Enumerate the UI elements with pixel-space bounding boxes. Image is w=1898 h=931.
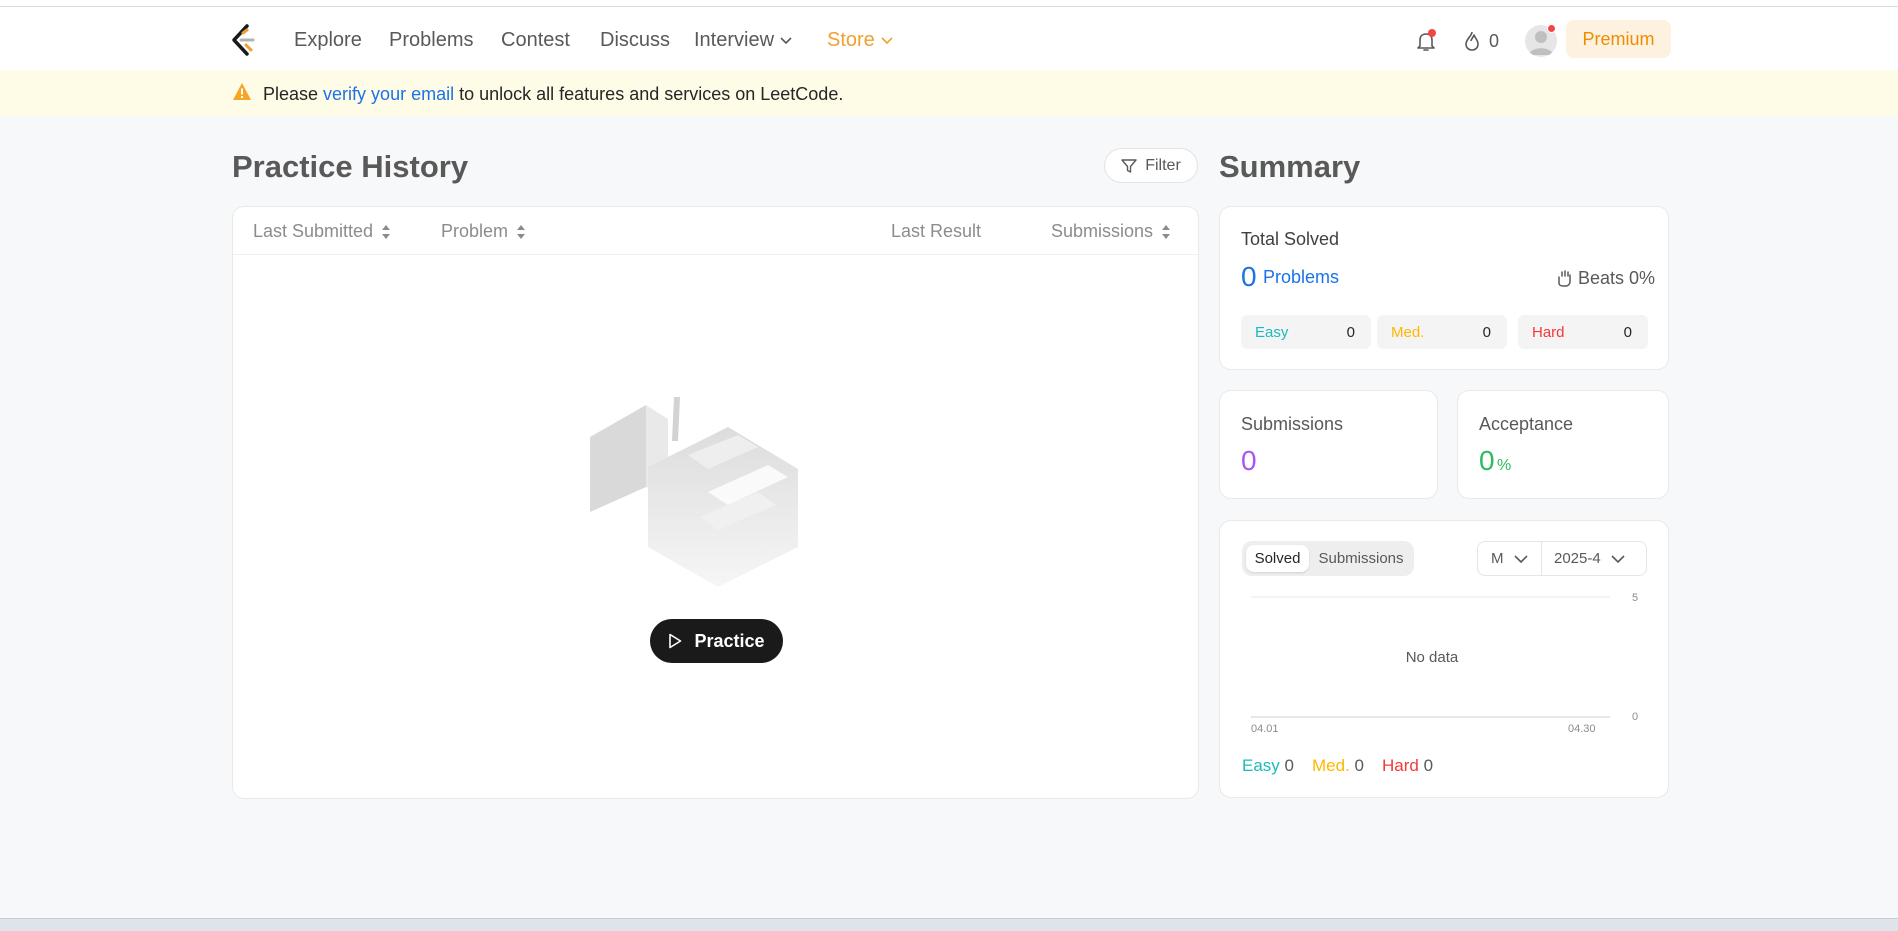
- warning-icon: [233, 83, 251, 100]
- period-select[interactable]: M: [1491, 550, 1528, 567]
- hard-pill: Hard 0: [1518, 315, 1648, 349]
- y-tick-top: 5: [1632, 592, 1638, 604]
- total-solved-count: 0: [1241, 261, 1257, 292]
- easy-label: Easy: [1255, 324, 1289, 341]
- browser-top-edge: [0, 0, 1898, 7]
- practice-button[interactable]: Practice: [650, 619, 783, 663]
- banner-suffix: to unlock all features and services on L…: [454, 84, 844, 104]
- practice-table-header: Last Submitted Problem Last Result Submi…: [233, 207, 1198, 255]
- total-solved-card: Total Solved 0 Problems Beats 0% Easy 0 …: [1219, 206, 1669, 370]
- period-select-value: M: [1491, 550, 1504, 567]
- top-navbar: Explore Problems Contest Discuss Intervi…: [0, 7, 1898, 70]
- empty-state-illustration: [590, 397, 798, 587]
- nav-store-label: Store: [827, 29, 875, 51]
- legend-hard-name: Hard: [1382, 756, 1419, 775]
- activity-chart: 5 0 No data 04.01 04.30: [1251, 592, 1638, 735]
- col-problem[interactable]: Problem: [441, 221, 526, 242]
- acceptance-unit: %: [1497, 457, 1512, 474]
- col-last-submitted[interactable]: Last Submitted: [253, 221, 391, 242]
- chevron-down-icon: [780, 37, 792, 44]
- col-last-result: Last Result: [891, 221, 981, 242]
- filter-label: Filter: [1145, 156, 1181, 174]
- nav-discuss[interactable]: Discuss: [600, 29, 670, 52]
- medium-count: 0: [1482, 324, 1491, 341]
- acceptance-label: Acceptance: [1479, 414, 1574, 434]
- legend-medium-name: Med.: [1312, 756, 1350, 775]
- medium-label: Med.: [1391, 324, 1425, 341]
- nav-explore[interactable]: Explore: [294, 29, 362, 52]
- acceptance-card: Acceptance 0 %: [1457, 390, 1669, 499]
- tab-submissions[interactable]: Submissions: [1312, 545, 1410, 572]
- col-submissions-label: Submissions: [1051, 221, 1154, 241]
- legend-easy-name: Easy: [1242, 756, 1280, 775]
- easy-pill: Easy 0: [1241, 315, 1371, 349]
- x-tick-start: 04.01: [1251, 723, 1279, 735]
- problems-link[interactable]: Problems: [1263, 267, 1339, 288]
- beats-percent: Beats 0%: [1578, 268, 1656, 288]
- submissions-count: 0: [1241, 445, 1257, 476]
- chart-period-selectors: M 2025-4: [1477, 541, 1647, 576]
- practice-history-title: Practice History: [232, 149, 469, 184]
- legend-medium: Med. 0: [1312, 756, 1364, 776]
- easy-count: 0: [1346, 324, 1355, 341]
- legend-easy-value: 0: [1284, 756, 1294, 775]
- nav-interview-label: Interview: [694, 29, 775, 51]
- legend-hard: Hard 0: [1382, 756, 1433, 776]
- leetcode-logo-icon[interactable]: [229, 23, 257, 57]
- premium-button[interactable]: Premium: [1566, 20, 1671, 58]
- streak-counter[interactable]: 0: [1463, 29, 1499, 53]
- banner-prefix: Please: [263, 84, 324, 104]
- sort-icon: [382, 224, 391, 239]
- notification-dot: [1428, 29, 1436, 37]
- filter-icon: [1121, 158, 1137, 173]
- chart-legend: Easy 0 Med. 0 Hard 0: [1242, 756, 1433, 776]
- chevron-down-icon: [1513, 554, 1528, 563]
- sort-icon: [517, 224, 526, 239]
- selector-divider: [1541, 542, 1542, 575]
- tab-solved[interactable]: Solved: [1246, 545, 1309, 572]
- submissions-label: Submissions: [1241, 414, 1344, 434]
- medium-pill: Med. 0: [1377, 315, 1507, 349]
- nav-contest[interactable]: Contest: [501, 29, 570, 52]
- month-select[interactable]: 2025-4: [1554, 550, 1625, 567]
- total-solved-label: Total Solved: [1241, 229, 1340, 249]
- col-submissions[interactable]: Submissions: [1051, 221, 1171, 242]
- practice-button-label: Practice: [694, 630, 765, 651]
- summary-title: Summary: [1219, 149, 1361, 184]
- acceptance-value: 0: [1479, 445, 1495, 476]
- chart-no-data: No data: [1406, 649, 1459, 666]
- month-select-value: 2025-4: [1554, 550, 1601, 567]
- play-icon: [669, 633, 682, 649]
- nav-interview[interactable]: Interview: [694, 29, 792, 52]
- practice-history-card: Last Submitted Problem Last Result Submi…: [232, 206, 1199, 799]
- filter-button[interactable]: Filter: [1104, 148, 1198, 183]
- hard-count: 0: [1623, 324, 1632, 341]
- fire-icon: [1465, 31, 1479, 51]
- y-tick-bottom: 0: [1632, 711, 1638, 723]
- col-last-result-label: Last Result: [891, 221, 982, 241]
- chevron-down-icon: [1611, 554, 1625, 563]
- clap-icon: [1558, 270, 1571, 287]
- activity-chart-card: Solved Submissions M 2025-4 5 0 No data …: [1219, 520, 1669, 798]
- verify-email-banner: Please verify your email to unlock all f…: [0, 70, 1898, 116]
- banner-message: Please verify your email to unlock all f…: [263, 84, 843, 105]
- streak-count: 0: [1489, 30, 1500, 51]
- nav-store[interactable]: Store: [827, 29, 893, 52]
- submissions-card: Submissions 0: [1219, 390, 1438, 499]
- x-tick-end: 04.30: [1568, 723, 1596, 735]
- verify-email-link[interactable]: verify your email: [323, 84, 454, 104]
- os-taskbar: [0, 918, 1898, 931]
- col-problem-label: Problem: [441, 221, 509, 241]
- hard-label: Hard: [1532, 324, 1565, 341]
- col-last-submitted-label: Last Submitted: [253, 221, 374, 241]
- legend-medium-value: 0: [1354, 756, 1364, 775]
- avatar-notification-dot: [1547, 24, 1556, 33]
- chevron-down-icon: [881, 37, 893, 44]
- chart-tab-switcher: Solved Submissions: [1242, 541, 1414, 576]
- sort-icon: [1162, 224, 1171, 239]
- legend-hard-value: 0: [1423, 756, 1434, 775]
- legend-easy: Easy 0: [1242, 756, 1294, 776]
- nav-problems[interactable]: Problems: [389, 29, 473, 52]
